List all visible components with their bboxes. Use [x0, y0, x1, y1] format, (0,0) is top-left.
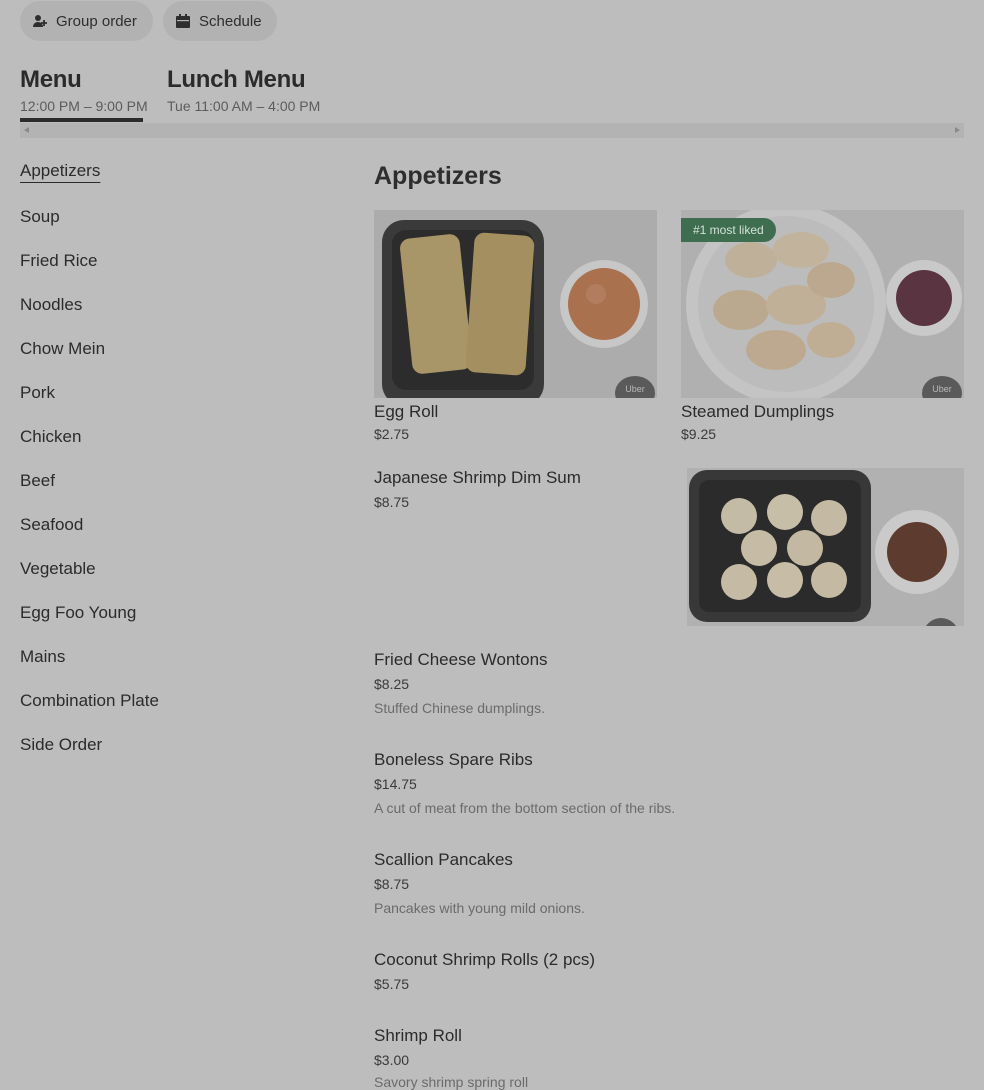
item-name-fried-cheese-wontons[interactable]: Fried Cheese Wontons [374, 650, 548, 670]
item-price-steamed-dumplings: $9.25 [681, 426, 717, 442]
tab-menu[interactable]: Menu 12:00 PM – 9:00 PM [20, 66, 148, 114]
steamed-dumplings-photo[interactable]: #1 most liked Uber [681, 210, 964, 398]
item-description-shrimp-roll: Savory shrimp spring roll [374, 1074, 529, 1090]
group-order-button[interactable]: Group order [20, 1, 153, 41]
item-name-steamed-dumplings[interactable]: Steamed Dumplings [681, 402, 834, 422]
item-description-boneless-spare-ribs: A cut of meat from the bottom section of… [374, 800, 676, 816]
group-order-label: Group order [56, 12, 137, 30]
tab-lunch-menu-hours: Tue 11:00 AM – 4:00 PM [167, 98, 321, 114]
sidebar-item-chicken[interactable]: Chicken [20, 427, 81, 447]
item-price-egg-roll: $2.75 [374, 426, 410, 442]
sidebar-item-mains[interactable]: Mains [20, 647, 65, 667]
sidebar-item-pork[interactable]: Pork [20, 383, 55, 403]
item-price-coconut-shrimp-rolls: $5.75 [374, 976, 410, 992]
item-name-coconut-shrimp-rolls[interactable]: Coconut Shrimp Rolls (2 pcs) [374, 950, 595, 970]
schedule-button[interactable]: Schedule [163, 1, 277, 41]
sidebar-item-vegetable[interactable]: Vegetable [20, 559, 96, 579]
item-price-japanese-shrimp-dim-sum: $8.75 [374, 494, 410, 510]
sidebar-item-noodles[interactable]: Noodles [20, 295, 82, 315]
japanese-shrimp-dim-sum-photo[interactable] [687, 468, 964, 626]
sidebar-item-beef[interactable]: Beef [20, 471, 55, 491]
person-add-icon [33, 15, 47, 27]
most-liked-badge: #1 most liked [681, 218, 776, 242]
schedule-label: Schedule [199, 12, 262, 30]
item-price-scallion-pancakes: $8.75 [374, 876, 410, 892]
sidebar-item-seafood[interactable]: Seafood [20, 515, 83, 535]
sidebar-item-chow-mein[interactable]: Chow Mein [20, 339, 105, 359]
tab-menu-title: Menu [20, 66, 82, 93]
horizontal-scrollbar[interactable] [20, 123, 964, 138]
sidebar-item-egg-foo-young[interactable]: Egg Foo Young [20, 603, 136, 623]
sidebar-item-appetizers[interactable]: Appetizers [20, 161, 100, 181]
item-name-shrimp-roll[interactable]: Shrimp Roll [374, 1026, 462, 1046]
selected-tab-indicator [20, 118, 143, 122]
sidebar-item-side-order[interactable]: Side Order [20, 735, 102, 755]
item-name-japanese-shrimp-dim-sum[interactable]: Japanese Shrimp Dim Sum [374, 468, 581, 488]
item-price-boneless-spare-ribs: $14.75 [374, 776, 417, 792]
item-name-boneless-spare-ribs[interactable]: Boneless Spare Ribs [374, 750, 533, 770]
egg-roll-photo[interactable]: Uber [374, 210, 657, 398]
sidebar-item-combination-plate[interactable]: Combination Plate [20, 691, 159, 711]
item-price-fried-cheese-wontons: $8.25 [374, 676, 410, 692]
item-description-scallion-pancakes: Pancakes with young mild onions. [374, 900, 585, 916]
scroll-right-icon[interactable] [955, 127, 960, 133]
calendar-icon [176, 14, 190, 28]
item-price-shrimp-roll: $3.00 [374, 1052, 410, 1068]
item-name-scallion-pancakes[interactable]: Scallion Pancakes [374, 850, 513, 870]
sidebar-item-fried-rice[interactable]: Fried Rice [20, 251, 97, 271]
scroll-left-icon[interactable] [24, 127, 29, 133]
section-title: Appetizers [374, 162, 502, 190]
tab-lunch-menu-title: Lunch Menu [167, 66, 306, 93]
sidebar-item-soup[interactable]: Soup [20, 207, 60, 227]
item-name-egg-roll[interactable]: Egg Roll [374, 402, 438, 422]
tab-menu-hours: 12:00 PM – 9:00 PM [20, 98, 148, 114]
tab-lunch-menu[interactable]: Lunch Menu Tue 11:00 AM – 4:00 PM [167, 66, 320, 114]
item-description-fried-cheese-wontons: Stuffed Chinese dumplings. [374, 700, 545, 716]
